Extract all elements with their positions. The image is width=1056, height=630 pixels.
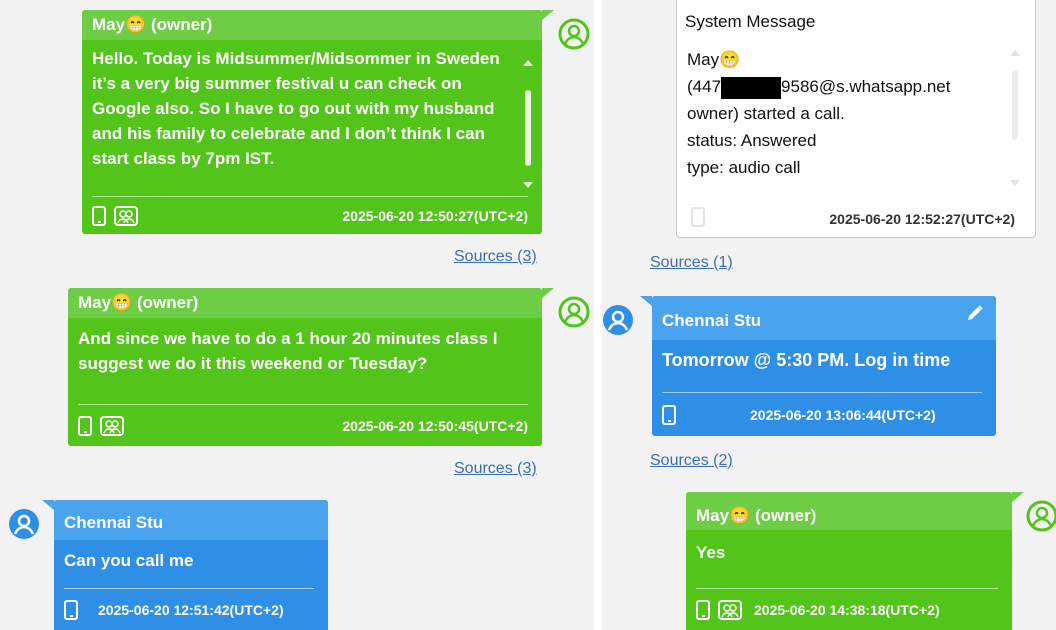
phone-icon	[691, 207, 705, 227]
call-type: type: audio call	[687, 158, 801, 177]
bubble-tail	[542, 10, 554, 20]
message-header: Chennai Stu	[42, 500, 328, 540]
message-timestamp: 2025-06-20 12:52:27(UTC+2)	[829, 211, 1015, 227]
message-timestamp: 2025-06-20 12:50:45(UTC+2)	[342, 417, 528, 434]
message-bubble-owner[interactable]: May😁 (owner) Hello. Today is Midsummer/M…	[82, 10, 554, 234]
sources-link[interactable]: Sources (1)	[650, 254, 733, 272]
redaction-box	[721, 76, 782, 99]
phone-icon	[78, 415, 92, 436]
left-chat-column: May😁 (owner) Hello. Today is Midsummer/M…	[0, 0, 594, 630]
call-description: owner) started a call.	[687, 104, 845, 123]
group-icon	[114, 205, 138, 226]
sender-name: Chennai Stu	[662, 311, 762, 330]
sender-name: Chennai Stu	[64, 513, 164, 532]
bubble-tail	[542, 288, 554, 298]
sender-name: May😁 (owner)	[78, 293, 199, 312]
bubble-tail	[640, 296, 652, 306]
message-header: May😁 (owner)	[686, 492, 1024, 530]
phone-icon	[92, 205, 106, 226]
message-text: Yes	[696, 543, 726, 562]
sources-link[interactable]: Sources (2)	[650, 452, 733, 470]
phone-icon	[696, 599, 710, 620]
message-header: Chennai Stu	[640, 296, 996, 340]
scroll-down-arrow-icon[interactable]	[523, 182, 533, 188]
system-message-card[interactable]: System Message May😁 (447 9586@s.whatsapp.…	[676, 0, 1036, 238]
message-text: Tomorrow @ 5:30 PM. Log in time	[662, 350, 951, 370]
message-timestamp: 2025-06-20 12:50:27(UTC+2)	[342, 207, 528, 224]
message-bubble-owner[interactable]: May😁 (owner) Yes 2025-06-20 14:38:18(UTC…	[686, 492, 1024, 630]
phone-icon	[64, 599, 78, 620]
sources-link[interactable]: Sources (3)	[454, 460, 537, 478]
user-avatar-icon	[558, 18, 590, 50]
phone-icon	[662, 404, 676, 425]
message-text: Can you call me	[64, 551, 194, 570]
system-message-scrollbar[interactable]	[1009, 50, 1021, 186]
message-timestamp: 2025-06-20 13:06:44(UTC+2)	[750, 406, 936, 423]
message-timestamp: 2025-06-20 12:51:42(UTC+2)	[98, 601, 284, 618]
user-avatar-icon	[9, 509, 39, 539]
message-footer: 2025-06-20 13:06:44(UTC+2)	[662, 392, 982, 436]
user-avatar-icon	[603, 305, 633, 335]
call-owner-name: May😁	[687, 50, 741, 69]
sender-name: May😁 (owner)	[92, 15, 213, 34]
column-divider	[594, 0, 602, 630]
scroll-thumb[interactable]	[1012, 70, 1018, 140]
message-footer: 2025-06-20 12:50:45(UTC+2)	[78, 404, 528, 446]
scroll-up-arrow-icon[interactable]	[523, 60, 533, 66]
user-avatar-icon	[558, 296, 590, 328]
scroll-down-arrow-icon[interactable]	[1010, 180, 1020, 186]
message-bubble-owner[interactable]: May😁 (owner) And since we have to do a 1…	[68, 288, 554, 446]
message-text: Hello. Today is Midsummer/Midsommer in S…	[92, 49, 500, 168]
sender-name: May😁 (owner)	[696, 506, 817, 525]
system-message-title: System Message	[685, 12, 816, 31]
message-timestamp: 2025-06-20 14:38:18(UTC+2)	[754, 601, 940, 618]
message-footer: 2025-06-20 12:50:27(UTC+2)	[92, 196, 528, 234]
message-header: May😁 (owner)	[82, 10, 554, 40]
message-text: And since we have to do a 1 hour 20 minu…	[78, 329, 498, 373]
group-icon	[100, 415, 124, 436]
scroll-thumb[interactable]	[525, 90, 531, 166]
scroll-up-arrow-icon[interactable]	[1010, 50, 1020, 56]
system-message-body: May😁 (447 9586@s.whatsapp.net owner) star…	[687, 46, 1009, 196]
user-avatar-icon	[1026, 500, 1056, 532]
message-bubble-contact[interactable]: Chennai Stu Tomorrow @ 5:30 PM. Log in t…	[640, 296, 996, 436]
bubble-tail	[1012, 492, 1024, 502]
group-icon	[718, 599, 742, 620]
call-owner-jid: (447 9586@s.whatsapp.net	[687, 73, 1009, 100]
message-header: May😁 (owner)	[68, 288, 554, 318]
message-footer: 2025-06-20 12:51:42(UTC+2)	[64, 588, 314, 630]
message-footer: 2025-06-20 14:38:18(UTC+2)	[696, 588, 998, 630]
message-bubble-contact[interactable]: Chennai Stu Can you call me 2025-06-20 1…	[42, 500, 328, 630]
message-scrollbar[interactable]	[522, 60, 534, 188]
sources-link[interactable]: Sources (3)	[454, 248, 537, 266]
edit-pencil-icon[interactable]	[966, 304, 984, 322]
call-status: status: Answered	[687, 131, 817, 150]
bubble-tail	[42, 500, 54, 510]
